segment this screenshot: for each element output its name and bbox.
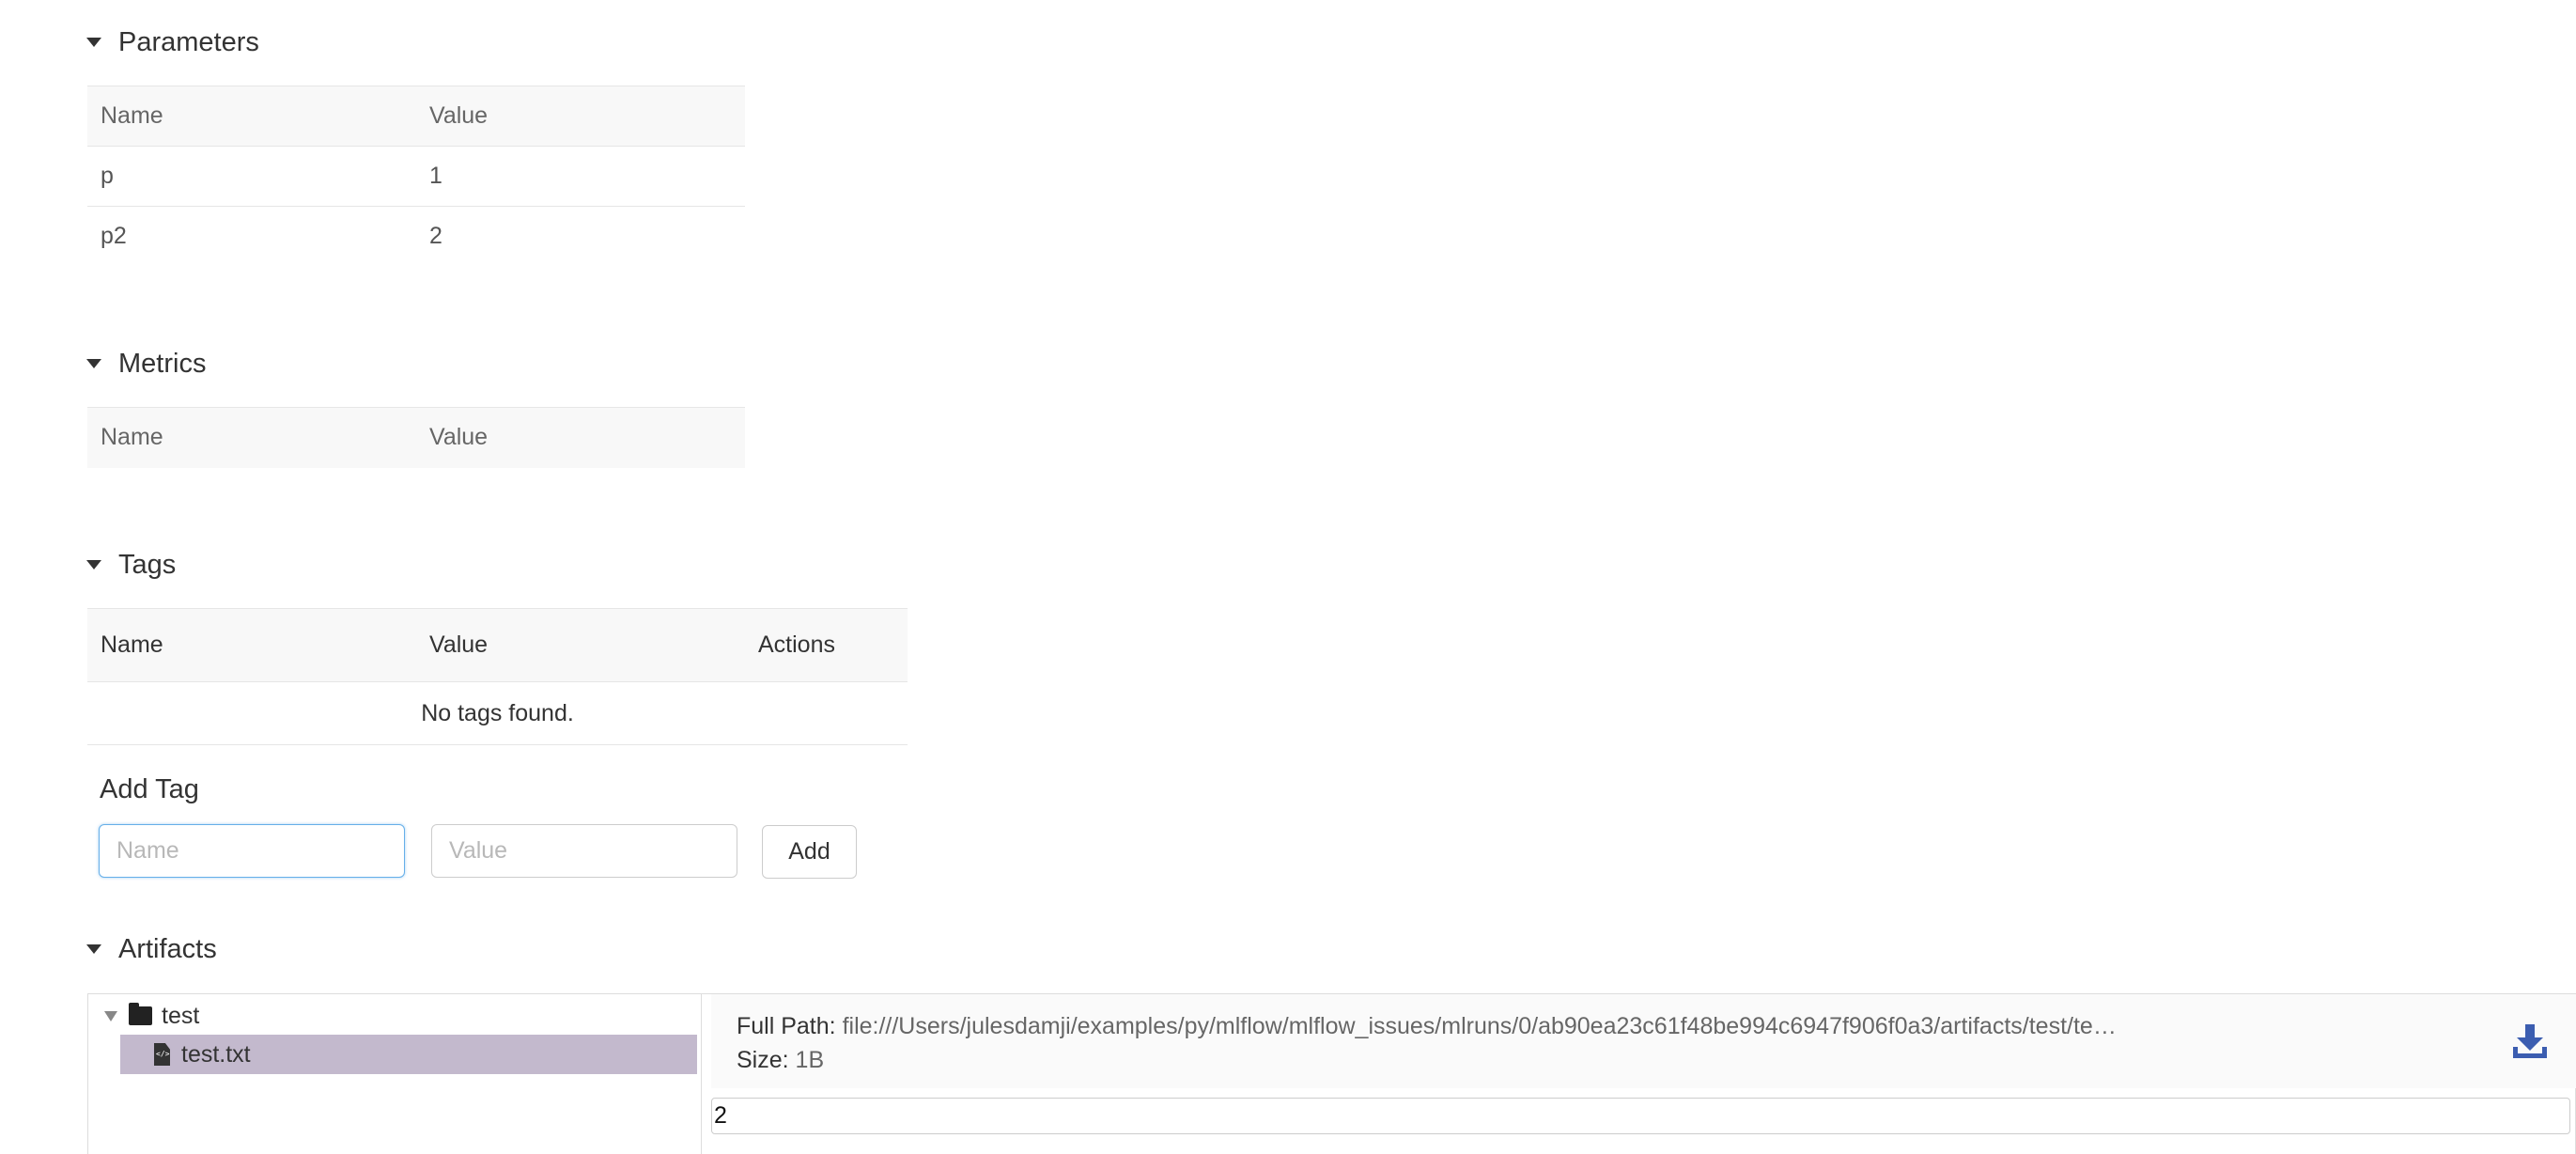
column-header-name: Name [87,86,416,147]
tag-value-input[interactable] [431,824,737,878]
tree-folder-test[interactable]: test [104,1001,199,1031]
size-label: Size: [737,1047,789,1073]
tag-name-input[interactable] [99,824,405,878]
param-value: 2 [429,223,442,250]
parameters-section-toggle[interactable]: Parameters [86,23,259,61]
param-value: 1 [416,146,745,207]
param-name: p [87,146,416,207]
metrics-table: Name Value [87,407,745,468]
download-icon[interactable] [2511,1022,2549,1060]
full-path-value: file:///Users/julesdamji/examples/py/mlf… [842,1013,2117,1039]
tree-toggle-icon[interactable] [104,1010,117,1021]
add-tag-button[interactable]: Add [762,825,857,879]
table-row: p2 2 [87,207,745,267]
column-header-value: Value [416,86,745,147]
parameters-table: Name Value p 1 p2 2 [87,86,745,267]
artifact-info: Full Path: file:///Users/julesdamji/exam… [711,994,2576,1088]
size-value: 1B [795,1047,825,1073]
artifacts-panel: test test.txt Full Path: file:///Users/j… [87,993,2576,1154]
folder-icon [129,1003,152,1025]
tags-section-toggle[interactable]: Tags [86,546,176,584]
metrics-title: Metrics [118,348,207,379]
caret-down-icon [86,560,101,569]
parameters-title: Parameters [118,26,259,57]
param-name: p2 [101,223,127,250]
artifact-content-text[interactable]: 2 [711,1098,2570,1134]
tags-table: Name Value Actions No tags found. [87,608,908,745]
caret-down-icon [86,38,101,47]
column-header-value: Value [416,407,745,468]
full-path-line: Full Path: file:///Users/julesdamji/exam… [737,1009,2576,1043]
table-row: No tags found. [87,681,908,745]
artifact-preview: Full Path: file:///Users/julesdamji/exam… [711,994,2576,1154]
add-tag-label: Add Tag [100,774,199,804]
column-header-actions: Actions [745,608,908,682]
table-header-row: Name Value Actions [87,608,908,682]
artifacts-section-toggle[interactable]: Artifacts [86,930,217,968]
table-header-row: Name Value [87,86,745,147]
caret-down-icon [86,944,101,954]
tags-title: Tags [118,549,177,580]
table-row: p 1 [87,146,745,207]
file-code-icon [154,1043,170,1066]
metrics-section-toggle[interactable]: Metrics [86,345,206,382]
size-line: Size: 1B [737,1043,2576,1077]
tree-file-test-txt[interactable]: test.txt [120,1035,697,1074]
caret-down-icon [86,359,101,368]
folder-label: test [162,1002,200,1029]
full-path-label: Full Path: [737,1013,836,1039]
empty-tags-message: No tags found. [87,681,908,745]
file-label: test.txt [181,1040,251,1068]
artifacts-title: Artifacts [118,933,217,964]
column-header-name: Name [87,608,416,682]
column-header-name: Name [87,407,416,468]
table-header-row: Name Value [87,407,745,468]
artifact-tree: test test.txt [88,994,702,1154]
column-header-value: Value [416,608,745,682]
